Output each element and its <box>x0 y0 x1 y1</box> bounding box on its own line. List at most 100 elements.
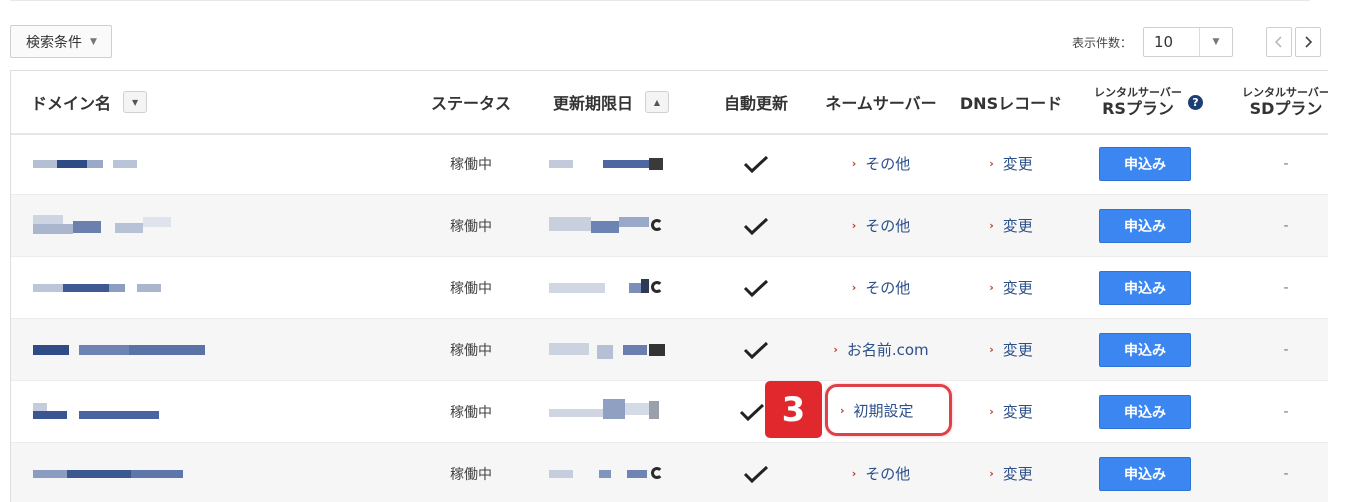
chevron-right-icon: › <box>989 343 994 356</box>
column-sd-bottom: SDプラン <box>1249 99 1323 118</box>
checkmark-icon <box>743 341 769 359</box>
nameserver-link[interactable]: › その他 <box>821 257 941 318</box>
expiry-redacted <box>541 257 681 318</box>
column-expiry-label: 更新期限日 <box>552 94 633 113</box>
column-status: ステータス <box>430 94 511 113</box>
nameserver-label: 初期設定 <box>853 401 914 420</box>
dns-change-link[interactable]: › 変更 <box>951 381 1071 442</box>
chevron-right-icon: › <box>840 403 845 417</box>
chevron-right-icon <box>1305 36 1312 48</box>
chevron-left-icon <box>1275 36 1282 48</box>
sd-cell: - <box>1283 465 1289 482</box>
sd-cell: - <box>1283 217 1289 234</box>
rs-apply-button[interactable]: 申込み <box>1099 270 1191 305</box>
dns-label: 変更 <box>1002 465 1033 483</box>
chevron-right-icon: › <box>833 343 838 356</box>
checkmark-icon <box>743 217 769 235</box>
rs-apply-button[interactable]: 申込み <box>1099 332 1191 367</box>
help-icon[interactable]: ? <box>1187 94 1203 110</box>
chevron-right-icon: › <box>851 219 857 232</box>
nameserver-link[interactable]: › その他 <box>821 443 941 502</box>
display-count-value: 10 <box>1154 33 1174 51</box>
rs-apply-button[interactable]: 申込み <box>1099 146 1191 181</box>
expiry-redacted <box>541 319 681 380</box>
sd-cell: - <box>1283 155 1289 172</box>
dns-label: 変更 <box>1002 403 1033 421</box>
sd-cell: - <box>1283 403 1289 420</box>
rs-cell: 申込み <box>1099 195 1191 256</box>
dns-change-link[interactable]: › 変更 <box>951 443 1071 502</box>
status-cell: 稼働中 <box>450 280 492 297</box>
rs-cell: 申込み <box>1099 257 1191 318</box>
display-count-select[interactable]: 10 ▼ <box>1143 27 1233 57</box>
column-rs-plan: レンタルサーバー RSプラン ? <box>1086 71 1211 133</box>
chevron-right-icon: › <box>851 157 857 170</box>
table-row: 稼働中 › 変更 申込み - <box>11 381 1328 443</box>
sd-cell: - <box>1283 341 1289 358</box>
rs-apply-button[interactable]: 申込み <box>1099 394 1191 429</box>
display-count-label: 表示件数： <box>1072 36 1133 50</box>
checkmark-icon <box>743 155 769 173</box>
dns-change-link[interactable]: › 変更 <box>951 257 1071 318</box>
column-auto-renew: 自動更新 <box>723 94 788 113</box>
expiry-redacted <box>541 133 681 194</box>
table-row: 稼働中 › その他 › 変更 申込み - <box>11 257 1328 319</box>
auto-renew-check <box>711 443 801 502</box>
dns-label: 変更 <box>1002 155 1033 173</box>
chevron-right-icon: › <box>989 157 994 170</box>
domain-redacted <box>11 195 411 256</box>
chevron-right-icon: › <box>851 281 857 294</box>
nameserver-label: その他 <box>865 465 911 483</box>
auto-renew-check <box>711 195 801 256</box>
dns-change-link[interactable]: › 変更 <box>951 133 1071 194</box>
checkmark-icon <box>739 403 765 421</box>
chevron-right-icon: › <box>989 281 994 294</box>
column-expiry: 更新期限日 ▲ <box>541 71 681 133</box>
dns-change-link[interactable]: › 変更 <box>951 195 1071 256</box>
nameserver-label: その他 <box>865 279 911 297</box>
table-row: 稼働中 › その他 › 変更 申込み - <box>11 133 1328 195</box>
next-page-button[interactable] <box>1295 27 1321 57</box>
sort-domain-button[interactable]: ▼ <box>123 91 148 113</box>
expiry-redacted <box>541 443 681 502</box>
sd-cell: - <box>1283 279 1289 296</box>
status-cell: 稼働中 <box>450 466 492 483</box>
domain-redacted <box>11 257 411 318</box>
nameserver-label: その他 <box>865 217 911 235</box>
domain-table: ドメイン名 ▼ ステータス 更新期限日 ▲ 自動更新 ネームサーバー DNSレコ… <box>10 70 1328 502</box>
caret-down-icon: ▼ <box>90 36 97 47</box>
prev-page-button[interactable] <box>1266 27 1292 57</box>
chevron-right-icon: › <box>851 467 857 480</box>
nameserver-label: その他 <box>865 155 911 173</box>
rs-cell: 申込み <box>1099 381 1191 442</box>
nameserver-link[interactable]: › お名前.com <box>821 319 941 380</box>
rs-apply-button[interactable]: 申込み <box>1099 208 1191 243</box>
rs-apply-button[interactable]: 申込み <box>1099 456 1191 491</box>
status-cell: 稼働中 <box>450 156 492 173</box>
domain-redacted <box>11 381 411 442</box>
dns-change-link[interactable]: › 変更 <box>951 319 1071 380</box>
dns-label: 変更 <box>1002 341 1033 359</box>
nameserver-link[interactable]: › その他 <box>821 195 941 256</box>
auto-renew-check <box>711 257 801 318</box>
rs-cell: 申込み <box>1099 133 1191 194</box>
chevron-right-icon: › <box>989 405 994 418</box>
expiry-redacted <box>541 381 681 442</box>
checkmark-icon <box>743 465 769 483</box>
column-rs-bottom: RSプラン <box>1102 99 1174 118</box>
step-badge: 3 <box>765 381 822 438</box>
column-domain: ドメイン名 ▼ <box>31 71 148 133</box>
chevron-right-icon: › <box>989 219 994 232</box>
search-conditions-dropdown[interactable]: 検索条件 ▼ <box>10 25 112 58</box>
nameserver-link-initial-settings[interactable]: › 初期設定 <box>840 384 914 436</box>
rs-cell: 申込み <box>1099 443 1191 502</box>
search-conditions-label: 検索条件 <box>26 34 82 51</box>
column-rs-top: レンタルサーバー <box>1094 85 1182 99</box>
checkmark-icon <box>743 279 769 297</box>
nameserver-label: お名前.com <box>846 341 929 359</box>
nameserver-link[interactable]: › その他 <box>821 133 941 194</box>
sort-expiry-button[interactable]: ▲ <box>645 91 669 113</box>
table-row: 稼働中 › その他 › 変更 申込み - <box>11 195 1328 257</box>
column-sd-top: レンタルサーバー <box>1242 85 1328 99</box>
domain-redacted <box>11 319 411 380</box>
